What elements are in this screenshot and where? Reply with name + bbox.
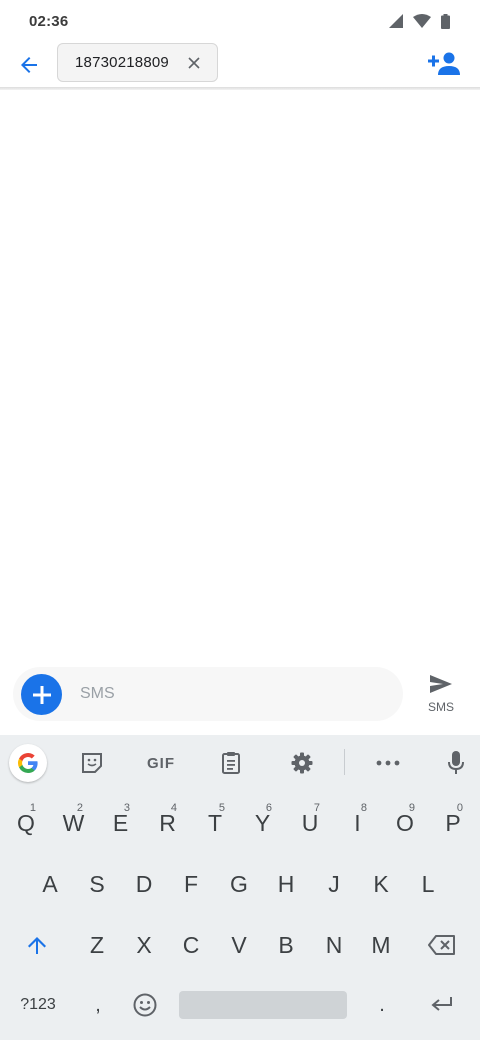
key-g[interactable]: G [215,857,263,911]
attach-button[interactable] [21,674,62,715]
key-a[interactable]: A [26,857,74,911]
send-label: SMS [427,700,454,714]
key-d[interactable]: D [120,857,168,911]
key-m[interactable]: M [357,918,405,972]
keyboard: GIF Q1 W2 E3 R4 T5 Y 6 U 7 I 8 O 9 P 0 A… [0,735,480,1040]
compose-field[interactable] [13,667,403,721]
key-u[interactable]: U7 [286,796,334,850]
key-f[interactable]: F [167,857,215,911]
key-p[interactable]: P0 [429,796,477,850]
key-r[interactable]: R4 [144,796,191,850]
more-icon [376,760,400,766]
voice-input-button[interactable] [438,744,474,782]
sticker-button[interactable] [74,744,110,782]
key-z[interactable]: Z [73,918,121,972]
key-t[interactable]: T5 [191,796,239,850]
google-button[interactable] [9,744,47,782]
key-j[interactable]: J [310,857,358,911]
message-input[interactable] [80,685,380,703]
key-i[interactable]: I8 [334,796,381,850]
emoji-key[interactable] [122,978,168,1032]
key-l[interactable]: L [404,857,452,911]
key-o[interactable]: O9 [381,796,429,850]
key-s[interactable]: S [73,857,121,911]
recipient-chip[interactable]: 18730218809 [57,43,218,82]
key-c[interactable]: C [167,918,215,972]
plus-icon [32,685,51,704]
mic-icon [448,751,464,774]
comma-key[interactable]: , [74,978,122,1032]
key-h[interactable]: H [262,857,310,911]
key-w[interactable]: W2 [50,796,97,850]
shift-key[interactable] [2,918,72,972]
enter-key[interactable] [406,978,478,1032]
app-bar: 18730218809 [0,42,480,88]
key-v[interactable]: V [215,918,263,972]
settings-button[interactable] [284,744,320,782]
gif-button[interactable]: GIF [140,744,182,782]
space-key[interactable] [179,991,347,1019]
symbols-key[interactable]: ?123 [2,978,74,1032]
add-contact-button[interactable] [428,49,462,79]
more-button[interactable] [370,744,406,782]
settings-icon [291,752,313,774]
app-bar-divider [0,87,480,90]
clipboard-button[interactable] [213,744,249,782]
close-icon[interactable] [187,56,201,70]
google-icon [18,753,38,773]
key-y[interactable]: Y6 [239,796,286,850]
send-icon [430,675,452,693]
key-x[interactable]: X [120,918,168,972]
key-k[interactable]: K [357,857,405,911]
keyboard-toolbar: GIF [0,735,480,790]
emoji-icon [133,993,157,1017]
battery-icon [441,13,450,29]
status-time: 02:36 [29,13,69,30]
key-q[interactable]: Q1 [2,796,50,850]
shift-icon [28,937,46,954]
backspace-icon [428,935,455,955]
key-b[interactable]: B [262,918,310,972]
key-e[interactable]: E3 [97,796,144,850]
period-key[interactable]: . [358,978,406,1032]
signal-icon [389,14,403,28]
clipboard-icon [222,752,240,774]
backspace-key[interactable] [406,918,478,972]
sticker-icon [82,753,102,773]
person-add-icon [428,52,460,75]
toolbar-separator [344,749,345,775]
back-button[interactable] [14,50,44,80]
status-bar: 02:36 [0,0,480,42]
recipient-number: 18730218809 [75,54,169,71]
key-n[interactable]: N [310,918,358,972]
enter-icon [431,997,452,1011]
send-button[interactable]: SMS [421,674,461,718]
status-icons [389,13,450,29]
wifi-icon [413,14,431,28]
arrow-back-icon [21,57,37,73]
